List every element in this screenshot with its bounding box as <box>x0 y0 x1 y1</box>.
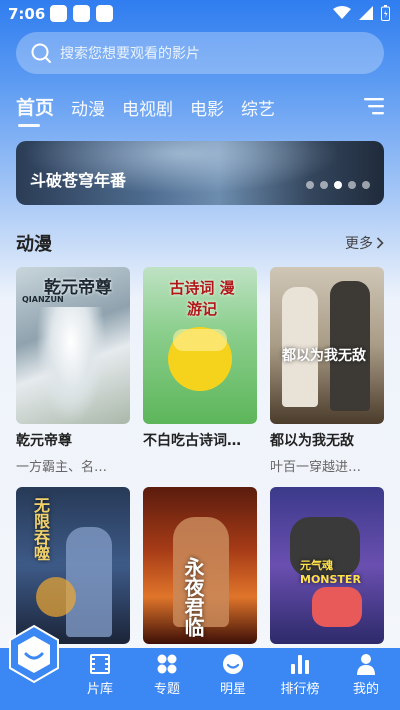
poster-title: 都以为我无敌 <box>282 348 366 364</box>
home-icon[interactable] <box>8 624 60 684</box>
card-subtitle: 一方霸主、名… <box>16 460 108 475</box>
category-tabs: 首页 动漫 电视剧 电影 综艺 <box>16 93 292 127</box>
battery-icon <box>381 5 390 21</box>
carousel-dot[interactable] <box>348 181 356 189</box>
banner-title: 斗破苍穹年番 <box>30 171 127 190</box>
search-placeholder: 搜索您想要观看的影片 <box>60 46 200 62</box>
carousel-dot-active[interactable] <box>334 181 342 189</box>
more-label: 更多 <box>345 236 373 252</box>
poster-image: 元气魂 MONSTER <box>270 487 384 644</box>
nav-ranking[interactable]: 排行榜 <box>272 652 328 697</box>
notification-icon <box>73 5 90 22</box>
banner-carousel[interactable]: 斗破苍穹年番 <box>16 141 384 205</box>
nav-library[interactable]: 片库 <box>72 652 128 697</box>
star-face-icon <box>223 654 243 674</box>
nav-topics[interactable]: 专题 <box>139 652 195 697</box>
anime-card[interactable]: 永夜君临 <box>143 487 257 656</box>
anime-card[interactable]: 乾元帝尊 QIANZUN 乾元帝尊 一方霸主、名… <box>16 267 130 475</box>
card-title: 乾元帝尊 <box>16 433 72 449</box>
card-title: 都以为我无敌 <box>270 433 354 449</box>
nav-label: 排行榜 <box>280 682 320 697</box>
poster-title: 古诗词 漫游记 <box>169 279 235 318</box>
notification-icons <box>50 5 113 22</box>
anime-card[interactable]: 元气魂 MONSTER <box>270 487 384 656</box>
search-icon <box>31 43 51 63</box>
card-subtitle: 叶百一穿越进… <box>270 460 362 475</box>
poster-image: 乾元帝尊 QIANZUN <box>16 267 130 424</box>
carousel-dots <box>306 181 370 189</box>
tab-variety[interactable]: 综艺 <box>241 95 275 120</box>
card-title: 不白吃古诗词… <box>143 433 241 449</box>
status-time: 7:06 <box>8 5 46 23</box>
person-icon <box>357 654 375 675</box>
poster-title: 元气魂 MONSTER <box>300 559 361 586</box>
nav-label: 专题 <box>153 682 180 697</box>
tab-tv[interactable]: 电视剧 <box>122 95 173 120</box>
notification-icon <box>96 5 113 22</box>
section-title: 动漫 <box>16 234 52 255</box>
carousel-dot[interactable] <box>320 181 328 189</box>
poster-title: 无限吞噬 <box>31 497 50 561</box>
anime-card[interactable]: 都以为我无敌 都以为我无敌 叶百一穿越进… <box>270 267 384 475</box>
menu-icon[interactable] <box>362 96 386 116</box>
tab-movie[interactable]: 电影 <box>190 95 224 120</box>
signal-icon <box>359 6 373 20</box>
status-right <box>333 5 390 21</box>
carousel-dot[interactable] <box>362 181 370 189</box>
nav-mine[interactable]: 我的 <box>338 652 394 697</box>
nav-stars[interactable]: 明星 <box>205 652 261 697</box>
notification-icon <box>50 5 67 22</box>
status-bar: 7:06 <box>0 0 400 28</box>
search-bar[interactable]: 搜索您想要观看的影片 <box>16 32 384 74</box>
poster-image: 古诗词 漫游记 <box>143 267 257 424</box>
carousel-dot[interactable] <box>306 181 314 189</box>
poster-image: 永夜君临 <box>143 487 257 644</box>
poster-image: 无限吞噬 <box>16 487 130 644</box>
wifi-icon <box>333 6 351 19</box>
tab-home[interactable]: 首页 <box>16 93 54 127</box>
more-link[interactable]: 更多 <box>345 233 384 253</box>
nav-label: 片库 <box>86 682 113 697</box>
nav-label: 明星 <box>219 682 246 697</box>
chevron-right-icon <box>376 237 384 249</box>
poster-badge: QIANZUN <box>22 295 64 304</box>
poster-image: 都以为我无敌 <box>270 267 384 424</box>
anime-card[interactable]: 古诗词 漫游记 不白吃古诗词… <box>143 267 257 456</box>
bar-chart-icon <box>291 655 309 674</box>
film-icon <box>90 654 110 674</box>
grid-icon <box>157 654 177 674</box>
nav-label: 我的 <box>352 682 379 697</box>
tab-anime[interactable]: 动漫 <box>71 95 105 120</box>
poster-title: 永夜君临 <box>181 557 205 637</box>
